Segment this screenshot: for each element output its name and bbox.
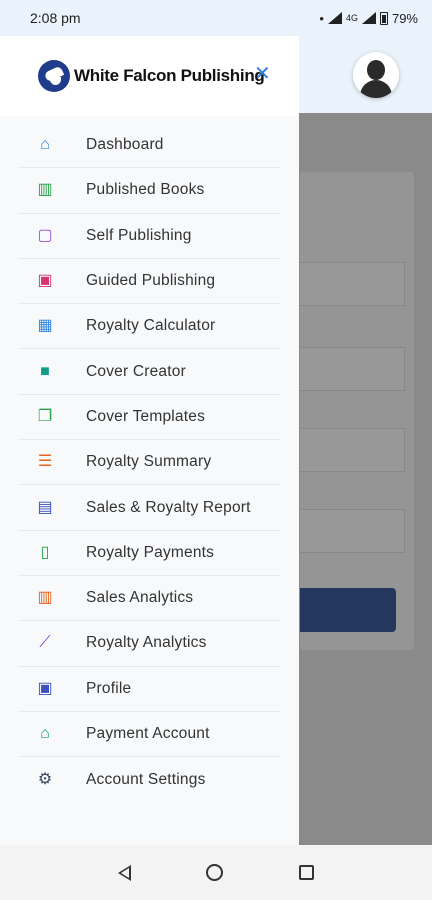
network-type-label: 4G xyxy=(345,13,358,23)
drawer-item-label: Royalty Calculator xyxy=(86,317,216,335)
list-icon: ☰ xyxy=(37,453,53,471)
system-navigation-bar xyxy=(0,845,432,900)
drawer-item-label: Payment Account xyxy=(86,725,210,742)
drawer-item-royalty-summary[interactable]: ☰ Royalty Summary xyxy=(18,440,280,486)
status-bar: 2:08 pm • 4G 79% xyxy=(0,0,432,36)
drawer-item-label: Self Publishing xyxy=(86,226,192,244)
drawer-item-sales-royalty-report[interactable]: ▤ Sales & Royalty Report xyxy=(18,485,280,531)
drawer-item-label: Account Settings xyxy=(86,770,206,788)
drawer-item-royalty-calculator[interactable]: ▦ Royalty Calculator xyxy=(18,304,280,350)
background-button xyxy=(300,588,396,632)
drawer-item-payment-account[interactable]: ⌂ Payment Account xyxy=(18,712,280,758)
drawer-item-cover-templates[interactable]: ❐ Cover Templates xyxy=(18,395,280,441)
drawer-item-self-publishing[interactable]: ▢ Self Publishing xyxy=(18,214,280,259)
signal-icon xyxy=(327,12,342,24)
status-time: 2:08 pm xyxy=(30,10,81,26)
drawer-item-label: Royalty Analytics xyxy=(86,634,207,652)
drawer-item-guided-publishing[interactable]: ▣ Guided Publishing xyxy=(18,259,280,305)
profile-icon: ▣ xyxy=(37,679,53,697)
drawer-item-sales-analytics[interactable]: ▥ Sales Analytics xyxy=(18,576,280,622)
books-icon: ▥ xyxy=(37,181,53,199)
drawer-header: White Falcon Publishing ✕ xyxy=(0,36,299,116)
drawer-item-label: Sales Analytics xyxy=(86,589,194,607)
line-chart-icon: ⟋ xyxy=(39,634,51,652)
back-button[interactable] xyxy=(117,864,131,881)
falcon-logo-icon xyxy=(38,60,70,92)
calculator-icon: ▦ xyxy=(37,317,53,335)
home-button[interactable] xyxy=(206,864,224,881)
close-icon[interactable]: ✕ xyxy=(254,64,271,84)
drawer-item-royalty-analytics[interactable]: ⟋ Royalty Analytics xyxy=(18,621,280,667)
background-field xyxy=(300,428,405,472)
drawer-item-profile[interactable]: ▣ Profile xyxy=(18,667,280,712)
background-field xyxy=(300,262,405,306)
bar-chart-icon: ▥ xyxy=(37,589,53,607)
bank-icon: ⌂ xyxy=(40,725,50,742)
background-field xyxy=(300,347,405,391)
chat-icon: ▢ xyxy=(37,226,53,244)
drawer-item-label: Cover Templates xyxy=(86,407,206,425)
battery-icon xyxy=(379,11,388,25)
report-icon: ▤ xyxy=(37,498,53,516)
drawer-item-label: Sales & Royalty Report xyxy=(86,498,251,516)
brand-name: White Falcon Publishing xyxy=(74,66,265,85)
drawer-item-dashboard[interactable]: ⌂ Dashboard xyxy=(18,123,280,169)
drawer-menu: ⌂ Dashboard ▥ Published Books ▢ Self Publishi… xyxy=(0,116,299,802)
gear-icon: ⚙ xyxy=(37,770,53,788)
notification-dot-icon: • xyxy=(319,10,324,26)
open-book-icon: ❐ xyxy=(37,407,53,425)
navigation-drawer: White Falcon Publishing ✕ ⌂ Dashboard ▥ Pub… xyxy=(0,36,299,845)
drawer-item-account-settings[interactable]: ⚙ Account Settings xyxy=(18,757,280,802)
drawer-item-royalty-payments[interactable]: ▯ Royalty Payments xyxy=(18,531,280,576)
drawer-item-published-books[interactable]: ▥ Published Books xyxy=(18,168,280,214)
status-icons: • 4G 79% xyxy=(319,11,418,26)
avatar[interactable] xyxy=(353,52,399,98)
drawer-item-label: Royalty Payments xyxy=(86,543,215,561)
signal-icon-2 xyxy=(361,12,376,24)
background-field xyxy=(300,509,405,553)
background-card xyxy=(300,172,414,650)
drawer-item-label: Published Books xyxy=(86,181,205,199)
drawer-item-label: Royalty Summary xyxy=(86,453,212,471)
battery-percent: 79% xyxy=(391,10,418,26)
guided-icon: ▣ xyxy=(37,272,53,290)
drawer-item-label: Dashboard xyxy=(86,136,164,154)
book-icon: ■ xyxy=(40,362,50,380)
recents-button[interactable] xyxy=(299,865,315,880)
drawer-item-cover-creator[interactable]: ■ Cover Creator xyxy=(18,349,280,395)
drawer-item-label: Guided Publishing xyxy=(86,272,216,290)
document-icon: ▯ xyxy=(40,543,50,561)
drawer-item-label: Profile xyxy=(86,679,132,697)
drawer-item-label: Cover Creator xyxy=(86,362,186,380)
home-icon: ⌂ xyxy=(40,136,50,154)
